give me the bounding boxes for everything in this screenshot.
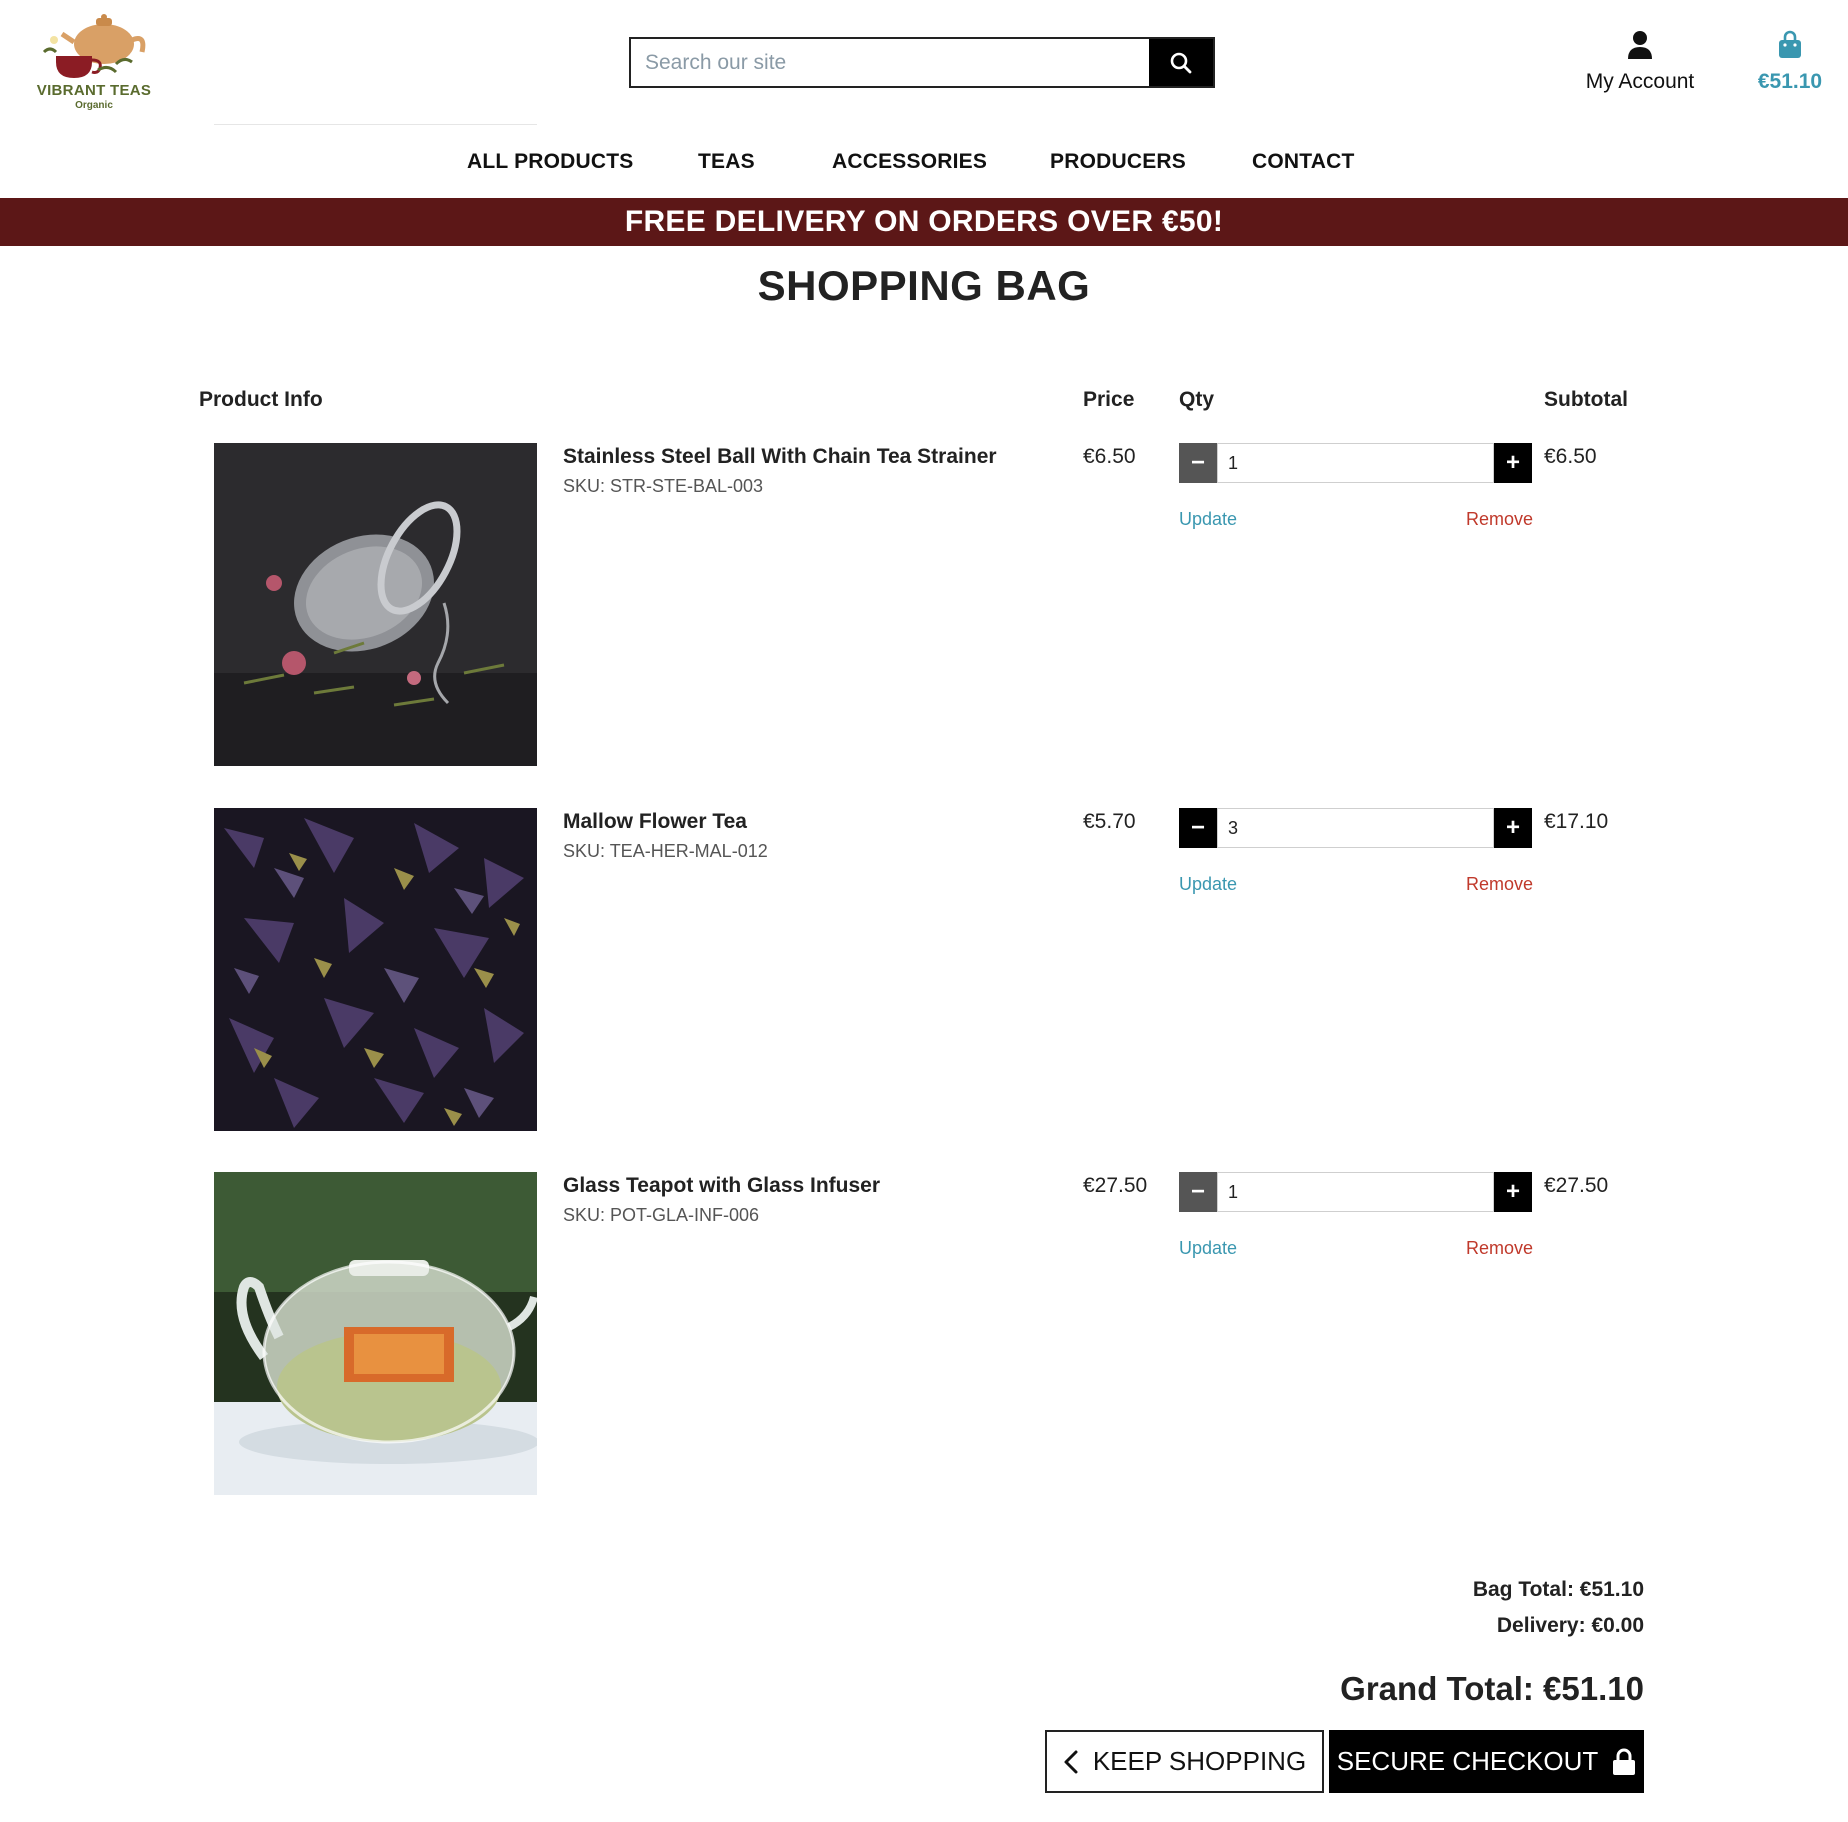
tea-strainer-image bbox=[214, 443, 537, 766]
product-price: €27.50 bbox=[1083, 1174, 1148, 1197]
update-link[interactable]: Update bbox=[1179, 874, 1237, 895]
secure-checkout-label: SECURE CHECKOUT bbox=[1336, 1746, 1599, 1776]
teapot-logo-icon bbox=[42, 14, 146, 78]
increment-button[interactable]: + bbox=[1494, 1172, 1532, 1212]
decrement-button[interactable]: − bbox=[1179, 808, 1217, 848]
bag-total-summary: Bag Total: €51.10 bbox=[1472, 1578, 1644, 1601]
product-subtotal: €6.50 bbox=[1544, 445, 1597, 468]
keep-shopping-label: KEEP SHOPPING bbox=[1092, 1746, 1307, 1776]
column-header-price: Price bbox=[1083, 388, 1135, 411]
brand-tagline: Organic bbox=[75, 100, 113, 111]
product-image[interactable] bbox=[214, 808, 537, 1131]
bag-total: €51.10 bbox=[1757, 70, 1823, 93]
delivery-summary: Delivery: €0.00 bbox=[1496, 1614, 1644, 1637]
page-title: SHOPPING BAG bbox=[757, 262, 1091, 309]
search-icon bbox=[1170, 52, 1192, 73]
brand-name: VIBRANT TEAS bbox=[36, 82, 152, 99]
plus-icon: + bbox=[1505, 449, 1520, 476]
product-name[interactable]: Mallow Flower Tea bbox=[563, 810, 747, 834]
bag-item: Glass Teapot with Glass Infuser SKU: POT… bbox=[0, 1172, 1848, 1502]
keep-shopping-button[interactable]: KEEP SHOPPING bbox=[1045, 1730, 1324, 1793]
search-input[interactable] bbox=[631, 39, 1149, 86]
quantity-input[interactable] bbox=[1217, 808, 1494, 848]
user-icon bbox=[1628, 31, 1652, 59]
bag-item: Mallow Flower Tea SKU: TEA-HER-MAL-012 €… bbox=[0, 808, 1848, 1138]
promo-banner: FREE DELIVERY ON ORDERS OVER €50! bbox=[0, 198, 1848, 246]
nav-all-products[interactable]: ALL PRODUCTS bbox=[467, 150, 634, 174]
product-name[interactable]: Stainless Steel Ball With Chain Tea Stra… bbox=[563, 445, 997, 469]
nav-teas[interactable]: TEAS bbox=[698, 150, 755, 174]
search-form bbox=[629, 37, 1215, 88]
quantity-input[interactable] bbox=[1217, 1172, 1494, 1212]
minus-icon: − bbox=[1190, 1178, 1205, 1205]
product-subtotal: €17.10 bbox=[1544, 810, 1609, 833]
column-header-product: Product Info bbox=[199, 388, 323, 411]
plus-icon: + bbox=[1505, 814, 1520, 841]
shopping-bag-icon bbox=[1779, 30, 1801, 58]
product-price: €6.50 bbox=[1083, 445, 1136, 468]
increment-button[interactable]: + bbox=[1494, 443, 1532, 483]
product-name[interactable]: Glass Teapot with Glass Infuser bbox=[563, 1174, 880, 1198]
remove-link[interactable]: Remove bbox=[1466, 509, 1533, 530]
increment-button[interactable]: + bbox=[1494, 808, 1532, 848]
column-header-qty: Qty bbox=[1179, 388, 1215, 411]
product-sku: SKU: STR-STE-BAL-003 bbox=[563, 476, 764, 496]
product-sku: SKU: TEA-HER-MAL-012 bbox=[563, 841, 768, 861]
decrement-button[interactable]: − bbox=[1179, 443, 1217, 483]
main-nav: ALL PRODUCTS TEAS ACCESSORIES PRODUCERS … bbox=[0, 140, 1848, 184]
product-image[interactable] bbox=[214, 443, 537, 766]
site-logo[interactable]: VIBRANT TEAS Organic bbox=[34, 12, 154, 116]
divider bbox=[214, 124, 537, 125]
secure-checkout-button[interactable]: SECURE CHECKOUT bbox=[1329, 1730, 1644, 1793]
decrement-button[interactable]: − bbox=[1179, 1172, 1217, 1212]
quantity-stepper: − + bbox=[1179, 1172, 1532, 1212]
product-image[interactable] bbox=[214, 1172, 537, 1495]
glass-teapot-image bbox=[214, 1172, 537, 1495]
plus-icon: + bbox=[1505, 1178, 1520, 1205]
remove-link[interactable]: Remove bbox=[1466, 1238, 1533, 1259]
search-button[interactable] bbox=[1149, 39, 1213, 86]
quantity-stepper: − + bbox=[1179, 443, 1532, 483]
update-link[interactable]: Update bbox=[1179, 1238, 1237, 1259]
update-link[interactable]: Update bbox=[1179, 509, 1237, 530]
minus-icon: − bbox=[1190, 814, 1205, 841]
grand-total: Grand Total: €51.10 bbox=[1340, 1670, 1644, 1707]
mallow-flower-image bbox=[214, 808, 537, 1131]
product-subtotal: €27.50 bbox=[1544, 1174, 1609, 1197]
product-price: €5.70 bbox=[1083, 810, 1136, 833]
quantity-stepper: − + bbox=[1179, 808, 1532, 848]
quantity-input[interactable] bbox=[1217, 443, 1494, 483]
product-sku: SKU: POT-GLA-INF-006 bbox=[563, 1205, 760, 1225]
minus-icon: − bbox=[1190, 449, 1205, 476]
remove-link[interactable]: Remove bbox=[1466, 874, 1533, 895]
chevron-left-icon bbox=[1064, 1750, 1078, 1773]
nav-producers[interactable]: PRODUCERS bbox=[1050, 150, 1186, 174]
my-account-label: My Account bbox=[1585, 70, 1695, 93]
bag-item: Stainless Steel Ball With Chain Tea Stra… bbox=[0, 443, 1848, 773]
nav-contact[interactable]: CONTACT bbox=[1252, 150, 1355, 174]
lock-icon bbox=[1613, 1748, 1636, 1775]
my-account-link[interactable]: My Account bbox=[1570, 30, 1710, 94]
nav-accessories[interactable]: ACCESSORIES bbox=[832, 150, 987, 174]
shopping-bag-link[interactable]: €51.10 bbox=[1740, 30, 1840, 94]
column-header-subtotal: Subtotal bbox=[1544, 388, 1628, 411]
